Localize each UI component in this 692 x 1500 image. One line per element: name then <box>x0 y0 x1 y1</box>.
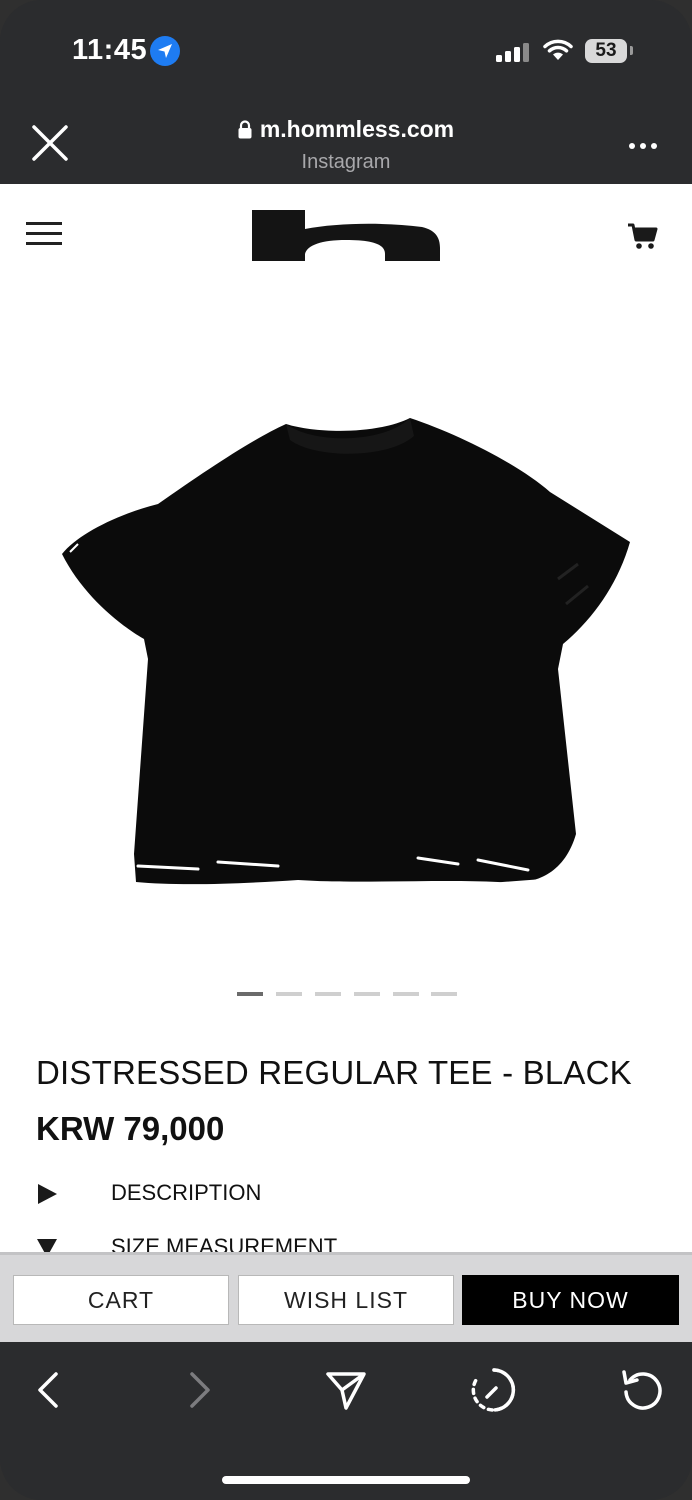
carousel-dot[interactable] <box>237 992 263 996</box>
browser-url-bar: m.hommless.com Instagram <box>0 100 692 184</box>
carousel-dot[interactable] <box>315 992 341 996</box>
lock-icon <box>238 120 252 139</box>
battery-tip <box>630 46 633 55</box>
menu-icon[interactable] <box>26 222 62 248</box>
cart-button[interactable]: CART <box>13 1275 229 1325</box>
location-arrow-icon <box>150 36 180 66</box>
signal-icon <box>496 43 529 62</box>
share-icon[interactable] <box>322 1366 370 1414</box>
more-icon[interactable] <box>628 140 658 150</box>
web-page: DISTRESSED REGULAR TEE - BLACK KRW 79,00… <box>0 184 692 1258</box>
cart-icon[interactable] <box>626 222 658 250</box>
purchase-action-bar: CART WISH LIST BUY NOW <box>0 1252 692 1342</box>
url-domain-line[interactable]: m.hommless.com <box>0 116 692 143</box>
url-source: Instagram <box>301 151 391 173</box>
phone-screen: 11:45 53 m.hommless.com Instagram DISTRE… <box>0 0 692 1500</box>
back-icon[interactable] <box>26 1366 74 1414</box>
carousel-dot[interactable] <box>354 992 380 996</box>
forward-icon[interactable] <box>174 1366 222 1414</box>
wifi-icon <box>543 39 573 60</box>
status-bar: 11:45 53 <box>0 0 692 100</box>
caret-right-icon <box>38 1184 57 1204</box>
status-time: 11:45 <box>72 34 148 66</box>
carousel-dot[interactable] <box>393 992 419 996</box>
url-domain: m.hommless.com <box>259 116 455 142</box>
product-image[interactable] <box>58 414 634 894</box>
carousel-dot[interactable] <box>431 992 457 996</box>
wishlist-button[interactable]: WISH LIST <box>238 1275 454 1325</box>
history-icon[interactable] <box>470 1366 518 1414</box>
reload-icon[interactable] <box>618 1366 666 1414</box>
brand-logo[interactable] <box>252 210 440 262</box>
battery-icon: 53 <box>585 39 627 63</box>
home-indicator[interactable] <box>222 1476 470 1484</box>
product-price: KRW 79,000 <box>36 1110 225 1147</box>
carousel-dot[interactable] <box>276 992 302 996</box>
product-title: DISTRESSED REGULAR TEE - BLACK <box>36 1054 632 1091</box>
buy-now-button[interactable]: BUY NOW <box>462 1275 679 1325</box>
description-label: DESCRIPTION <box>111 1180 262 1205</box>
